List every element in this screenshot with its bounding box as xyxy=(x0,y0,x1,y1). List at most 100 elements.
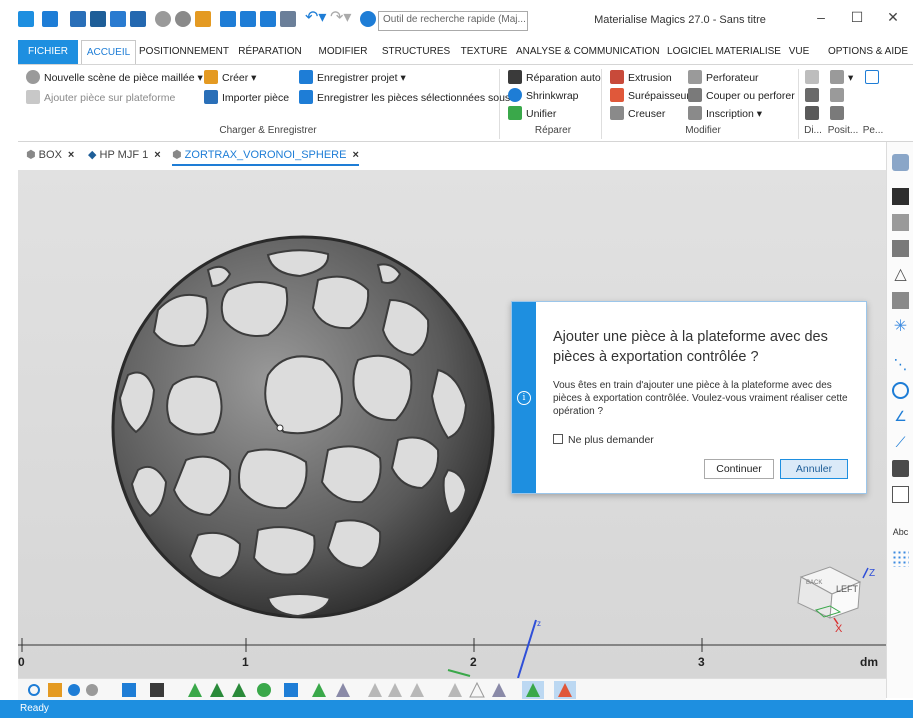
new-file-icon[interactable] xyxy=(70,11,86,27)
close-tab-icon[interactable]: × xyxy=(68,149,74,161)
thicken-button[interactable]: Surépaisseur xyxy=(610,87,690,105)
shrinkwrap-button[interactable]: Shrinkwrap xyxy=(508,87,579,105)
box-blue-icon[interactable] xyxy=(284,683,298,697)
minimize-button[interactable]: – xyxy=(810,6,832,28)
triangle-green-icon[interactable] xyxy=(188,683,202,697)
tab-positionnement[interactable]: POSITIONNEMENT xyxy=(139,40,229,64)
zoom-fit-icon[interactable] xyxy=(68,684,80,696)
close-tab-icon[interactable]: × xyxy=(154,149,160,161)
triangle-grey-icon[interactable] xyxy=(336,683,350,697)
status-text: Ready xyxy=(20,703,49,714)
auto-repair-button[interactable]: Réparation auto xyxy=(508,69,601,87)
grid-icon[interactable] xyxy=(280,11,296,27)
redo-icon[interactable]: ↷▾ xyxy=(330,10,352,27)
cube-select-icon[interactable] xyxy=(892,292,909,309)
unify-button[interactable]: Unifier xyxy=(508,105,556,123)
pe-tool-button[interactable] xyxy=(865,69,883,87)
part-view-icon[interactable] xyxy=(155,11,171,27)
angle-icon[interactable]: ∠ xyxy=(892,408,909,425)
add-to-platform-button[interactable]: Ajouter pièce sur plateforme xyxy=(26,89,175,107)
home-icon[interactable] xyxy=(42,11,58,27)
star-icon[interactable]: ✳ xyxy=(892,318,909,335)
triangle-light-4-icon[interactable] xyxy=(448,683,462,697)
save-selected-button[interactable]: Enregistrer les pièces sélectionnées sou… xyxy=(299,89,510,107)
hollow-button[interactable]: Creuser xyxy=(610,105,665,123)
solid-view-icon[interactable] xyxy=(150,683,164,697)
close-button[interactable]: ✕ xyxy=(882,6,904,28)
triangle-view-icon[interactable] xyxy=(312,683,326,697)
triangle-dark-icon[interactable] xyxy=(492,683,506,697)
no-entry-icon[interactable] xyxy=(892,382,909,399)
material-icon[interactable] xyxy=(195,11,211,27)
platform-view-icon[interactable] xyxy=(175,11,191,27)
zoom-box-icon[interactable] xyxy=(48,683,62,697)
cancel-button[interactable]: Annuler xyxy=(780,459,848,479)
posit-tool-1-button[interactable]: ▾ xyxy=(830,69,853,87)
tab-accueil[interactable]: ACCUEIL xyxy=(81,40,136,64)
rotate-view-icon[interactable] xyxy=(86,684,98,696)
quick-search-input[interactable]: Outil de recherche rapide (Maj... xyxy=(378,11,528,31)
checkbox-box[interactable] xyxy=(553,434,563,444)
cube-tool-icon[interactable] xyxy=(892,214,909,231)
wrench-icon[interactable] xyxy=(892,188,909,205)
new-scene-button[interactable]: Nouvelle scène de pièce maillée ▾ xyxy=(26,69,203,87)
cube-cut-icon[interactable] xyxy=(892,240,909,257)
tab-logiciel[interactable]: LOGICIEL MATERIALISE xyxy=(666,40,782,64)
cubes-icon xyxy=(805,106,819,120)
hammer-icon[interactable] xyxy=(892,460,909,477)
globe-green-icon[interactable] xyxy=(257,683,271,697)
zoom-icon[interactable] xyxy=(28,684,40,696)
tab-structures[interactable]: STRUCTURES xyxy=(378,40,454,64)
doc-tab-box[interactable]: ⬢ BOX × xyxy=(26,148,74,166)
tab-texture[interactable]: TEXTURE xyxy=(455,40,513,64)
di-tool-1-button[interactable] xyxy=(805,69,823,87)
triangle-outline-icon[interactable] xyxy=(469,681,485,698)
export-icon[interactable] xyxy=(130,11,146,27)
view-cube[interactable]: LEFT BACK Z X xyxy=(797,566,875,635)
triangle-light-icon[interactable] xyxy=(368,683,382,697)
open-file-icon[interactable] xyxy=(90,11,106,27)
tab-analyse[interactable]: ANALYSE & COMMUNICATION xyxy=(516,40,660,64)
wrench-icon xyxy=(508,70,522,84)
page-icon[interactable] xyxy=(892,486,909,503)
import-part-button[interactable]: Importer pièce xyxy=(204,89,289,107)
voronoi-sphere-part[interactable] xyxy=(111,235,495,619)
view-cube-icon[interactable] xyxy=(122,683,136,697)
tab-options-aide[interactable]: OPTIONS & AIDE xyxy=(824,40,912,64)
triangle-icon[interactable]: △ xyxy=(892,266,909,283)
save-as-icon[interactable] xyxy=(240,11,256,27)
measure-line-icon[interactable]: ⟋ xyxy=(892,434,909,451)
triangle-light-3-icon[interactable] xyxy=(410,683,424,697)
di-tool-2-button[interactable] xyxy=(805,87,823,105)
perforator-button[interactable]: Perforateur xyxy=(688,69,759,87)
cut-punch-button[interactable]: Couper ou perforer xyxy=(688,87,795,105)
doc-tab-voronoi[interactable]: ⬢ ZORTRAX_VORONOI_SPHERE × xyxy=(172,148,359,166)
doc-tab-hp-mjf[interactable]: ◆ HP MJF 1 × xyxy=(88,148,161,166)
continue-button[interactable]: Continuer xyxy=(704,459,774,479)
dots-grid-icon[interactable] xyxy=(892,550,909,567)
save-icon[interactable] xyxy=(220,11,236,27)
tab-modifier[interactable]: MODIFIER xyxy=(312,40,374,64)
di-tool-3-button[interactable] xyxy=(805,105,823,123)
posit-tool-3-button[interactable] xyxy=(830,105,848,123)
undo-icon[interactable]: ↶▾ xyxy=(305,10,327,27)
close-tab-icon[interactable]: × xyxy=(352,149,358,161)
part-list-icon[interactable] xyxy=(892,154,909,171)
dont-ask-again-checkbox[interactable]: Ne plus demander xyxy=(553,434,654,446)
text-abc-icon[interactable]: Abc xyxy=(892,524,909,541)
measure-point-icon[interactable]: ⋱ xyxy=(892,356,909,373)
inscription-button[interactable]: Inscription ▾ xyxy=(688,105,762,123)
triangle-green-2-icon[interactable] xyxy=(210,683,224,697)
tab-vue[interactable]: VUE xyxy=(782,40,816,64)
tab-fichier[interactable]: FICHIER xyxy=(18,40,78,64)
extrusion-button[interactable]: Extrusion xyxy=(610,69,672,87)
save-project-button[interactable]: Enregistrer projet ▾ xyxy=(299,69,406,87)
import-icon[interactable] xyxy=(110,11,126,27)
triangle-light-2-icon[interactable] xyxy=(388,683,402,697)
triangle-green-3-icon[interactable] xyxy=(232,683,246,697)
tab-reparation[interactable]: RÉPARATION xyxy=(234,40,306,64)
create-button[interactable]: Créer ▾ xyxy=(204,69,256,87)
posit-tool-2-button[interactable] xyxy=(830,87,848,105)
save-all-icon[interactable] xyxy=(260,11,276,27)
maximize-button[interactable]: ☐ xyxy=(846,6,868,28)
